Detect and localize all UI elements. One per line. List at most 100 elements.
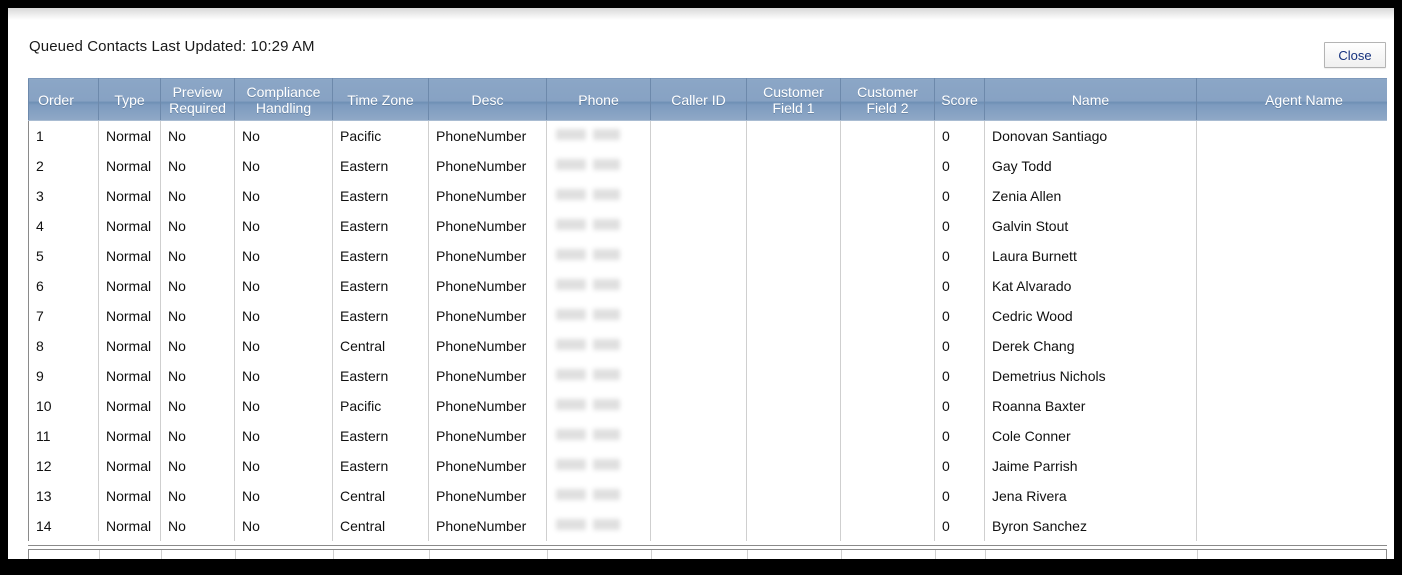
cell-desc: PhoneNumber [428, 180, 547, 211]
cell-caller_id [650, 510, 747, 541]
cell-customer1 [746, 450, 841, 481]
cell-desc: PhoneNumber [428, 510, 547, 541]
table-row[interactable]: 5 Normal No No Eastern PhoneNumber 0 Laura Burn… [28, 240, 1387, 271]
table-row[interactable]: 14 Normal No No Central PhoneNumber 0 Byron San… [28, 510, 1387, 541]
cell-preview: No [160, 150, 235, 181]
cell-compliance: No [234, 390, 333, 421]
cell-desc: PhoneNumber [428, 480, 547, 511]
cell-order: 11 [28, 420, 99, 451]
cell-type: Normal [98, 390, 161, 421]
redacted-phone-value [554, 159, 636, 172]
close-button[interactable]: Close [1324, 42, 1386, 68]
cell-customer1 [746, 330, 841, 361]
grid-column-separator [99, 550, 100, 559]
table-row[interactable]: 11 Normal No No Eastern PhoneNumber 0 Cole Conn… [28, 420, 1387, 451]
column-header-caller_id[interactable]: Caller ID [650, 78, 747, 121]
cell-phone [546, 150, 651, 181]
cell-timezone: Eastern [332, 240, 429, 271]
cell-customer1 [746, 210, 841, 241]
cell-customer2 [840, 300, 935, 331]
cell-desc: PhoneNumber [428, 270, 547, 301]
table-row[interactable]: 2 Normal No No Eastern PhoneNumber 0 Gay Todd [28, 150, 1387, 181]
cell-agent_name [1196, 240, 1387, 271]
cell-order: 13 [28, 480, 99, 511]
cell-phone [546, 510, 651, 541]
cell-agent_name [1196, 510, 1387, 541]
cell-score: 0 [934, 330, 985, 361]
cell-desc: PhoneNumber [428, 450, 547, 481]
cell-score: 0 [934, 510, 985, 541]
cell-compliance: No [234, 510, 333, 541]
cell-phone [546, 360, 651, 391]
cell-desc: PhoneNumber [428, 150, 547, 181]
column-header-label: Type [114, 91, 145, 108]
cell-compliance: No [234, 120, 333, 151]
cell-compliance: No [234, 450, 333, 481]
table-row[interactable]: 12 Normal No No Eastern PhoneNumber 0 Jaime Par… [28, 450, 1387, 481]
table-row[interactable]: 13 Normal No No Central PhoneNumber 0 Jena Rive… [28, 480, 1387, 511]
column-header-label: Phone [578, 91, 619, 108]
cell-score: 0 [934, 210, 985, 241]
cell-customer2 [840, 210, 935, 241]
cell-timezone: Eastern [332, 150, 429, 181]
cell-preview: No [160, 450, 235, 481]
column-header-timezone[interactable]: Time Zone [332, 78, 429, 121]
column-header-customer2[interactable]: Customer Field 2 [840, 78, 935, 121]
table-row[interactable]: 8 Normal No No Central PhoneNumber 0 Derek Chan… [28, 330, 1387, 361]
column-header-compliance[interactable]: Compliance Handling [234, 78, 333, 121]
cell-agent_name [1196, 300, 1387, 331]
column-header-label: Order [38, 91, 74, 108]
column-header-desc[interactable]: Desc [428, 78, 547, 121]
cell-compliance: No [234, 210, 333, 241]
cell-preview: No [160, 510, 235, 541]
cell-score: 0 [934, 480, 985, 511]
redacted-phone-value [554, 339, 636, 352]
column-header-agent_name[interactable]: Agent Name [1196, 78, 1387, 121]
cell-compliance: No [234, 300, 333, 331]
cell-phone [546, 330, 651, 361]
redacted-phone-value [554, 489, 636, 502]
cell-phone [546, 450, 651, 481]
column-header-type[interactable]: Type [98, 78, 161, 121]
cell-type: Normal [98, 210, 161, 241]
table-row[interactable]: 10 Normal No No Pacific PhoneNumber 0 Roanna Ba… [28, 390, 1387, 421]
grid-column-separator [1197, 550, 1198, 559]
grid-column-separator [547, 550, 548, 559]
cell-timezone: Eastern [332, 420, 429, 451]
cell-name: Jaime Parrish [984, 450, 1197, 481]
cell-caller_id [650, 360, 747, 391]
column-header-customer1[interactable]: Customer Field 1 [746, 78, 841, 121]
cell-agent_name [1196, 150, 1387, 181]
cell-order: 2 [28, 150, 99, 181]
table-row[interactable]: 4 Normal No No Eastern PhoneNumber 0 Galvin Sto… [28, 210, 1387, 241]
cell-caller_id [650, 480, 747, 511]
cell-name: Zenia Allen [984, 180, 1197, 211]
column-header-order[interactable]: Order [28, 78, 99, 121]
cell-name: Jena Rivera [984, 480, 1197, 511]
table-row[interactable]: 9 Normal No No Eastern PhoneNumber 0 Demetrius … [28, 360, 1387, 391]
cell-caller_id [650, 390, 747, 421]
column-header-preview[interactable]: Preview Required [160, 78, 235, 121]
table-row[interactable]: 1 Normal No No Pacific PhoneNumber 0 Donovan Sa… [28, 120, 1387, 151]
cell-order: 14 [28, 510, 99, 541]
cell-preview: No [160, 300, 235, 331]
cell-score: 0 [934, 240, 985, 271]
grid-bottom-border [28, 545, 1387, 546]
table-row[interactable]: 6 Normal No No Eastern PhoneNumber 0 Kat Alvara… [28, 270, 1387, 301]
cell-customer2 [840, 330, 935, 361]
cell-name: Donovan Santiago [984, 120, 1197, 151]
column-header-name[interactable]: Name [984, 78, 1197, 121]
cell-customer2 [840, 150, 935, 181]
cell-order: 7 [28, 300, 99, 331]
column-header-label: Customer Field 1 [763, 83, 824, 116]
cell-order: 6 [28, 270, 99, 301]
table-row[interactable]: 3 Normal No No Eastern PhoneNumber 0 Zenia Alle… [28, 180, 1387, 211]
column-header-label: Caller ID [671, 91, 726, 108]
cell-type: Normal [98, 450, 161, 481]
table-row[interactable]: 7 Normal No No Eastern PhoneNumber 0 Cedric Woo… [28, 300, 1387, 331]
table-header: Order Type Preview Required Compliance Hand… [28, 78, 1387, 121]
column-header-phone[interactable]: Phone [546, 78, 651, 121]
column-header-score[interactable]: Score [934, 78, 985, 121]
cell-preview: No [160, 360, 235, 391]
redacted-phone-value [554, 309, 636, 322]
